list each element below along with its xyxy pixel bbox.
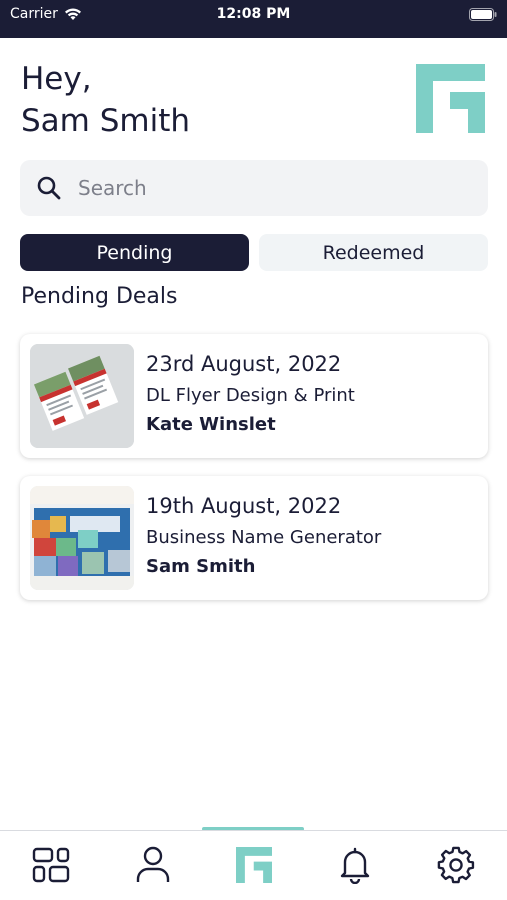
gear-icon [437, 846, 475, 884]
deal-date: 19th August, 2022 [146, 494, 342, 518]
bottom-nav [0, 830, 507, 900]
nav-dashboard[interactable] [31, 845, 71, 885]
status-bar: Carrier 12:08 PM [0, 0, 507, 38]
brand-logo-icon [236, 847, 272, 883]
brand-logo [416, 64, 485, 133]
deal-person: Kate Winslet [146, 414, 276, 435]
deal-title: DL Flyer Design & Print [146, 385, 355, 406]
flyer-thumbnail [30, 344, 134, 448]
greeting: Hey, Sam Smith [21, 58, 190, 142]
dashboard-icon [32, 847, 70, 883]
status-time: 12:08 PM [216, 6, 291, 22]
search-bar[interactable] [20, 160, 488, 216]
tab-redeemed[interactable]: Redeemed [259, 234, 488, 271]
battery-icon [469, 8, 497, 21]
deal-date: 23rd August, 2022 [146, 352, 342, 376]
bell-icon [340, 847, 370, 884]
domain-blocks-thumbnail [30, 486, 134, 590]
profile-icon [136, 846, 170, 882]
nav-settings[interactable] [436, 845, 476, 885]
section-title: Pending Deals [21, 284, 178, 309]
deal-card[interactable]: 23rd August, 2022 DL Flyer Design & Prin… [20, 334, 488, 458]
tab-pending-label: Pending [96, 241, 173, 264]
nav-profile[interactable] [133, 845, 173, 885]
deal-title: Business Name Generator [146, 527, 382, 548]
deal-person: Sam Smith [146, 556, 256, 577]
deal-status-tabs: Pending Redeemed [20, 234, 488, 271]
greeting-line-1: Hey, [21, 61, 92, 97]
tab-pending[interactable]: Pending [20, 234, 249, 271]
nav-home[interactable] [234, 845, 274, 885]
deal-card[interactable]: 19th August, 2022 Business Name Generato… [20, 476, 488, 600]
tab-redeemed-label: Redeemed [322, 241, 425, 264]
search-input[interactable] [78, 176, 458, 200]
nav-notifications[interactable] [335, 845, 375, 885]
search-icon [37, 176, 61, 200]
user-name: Sam Smith [21, 103, 191, 139]
